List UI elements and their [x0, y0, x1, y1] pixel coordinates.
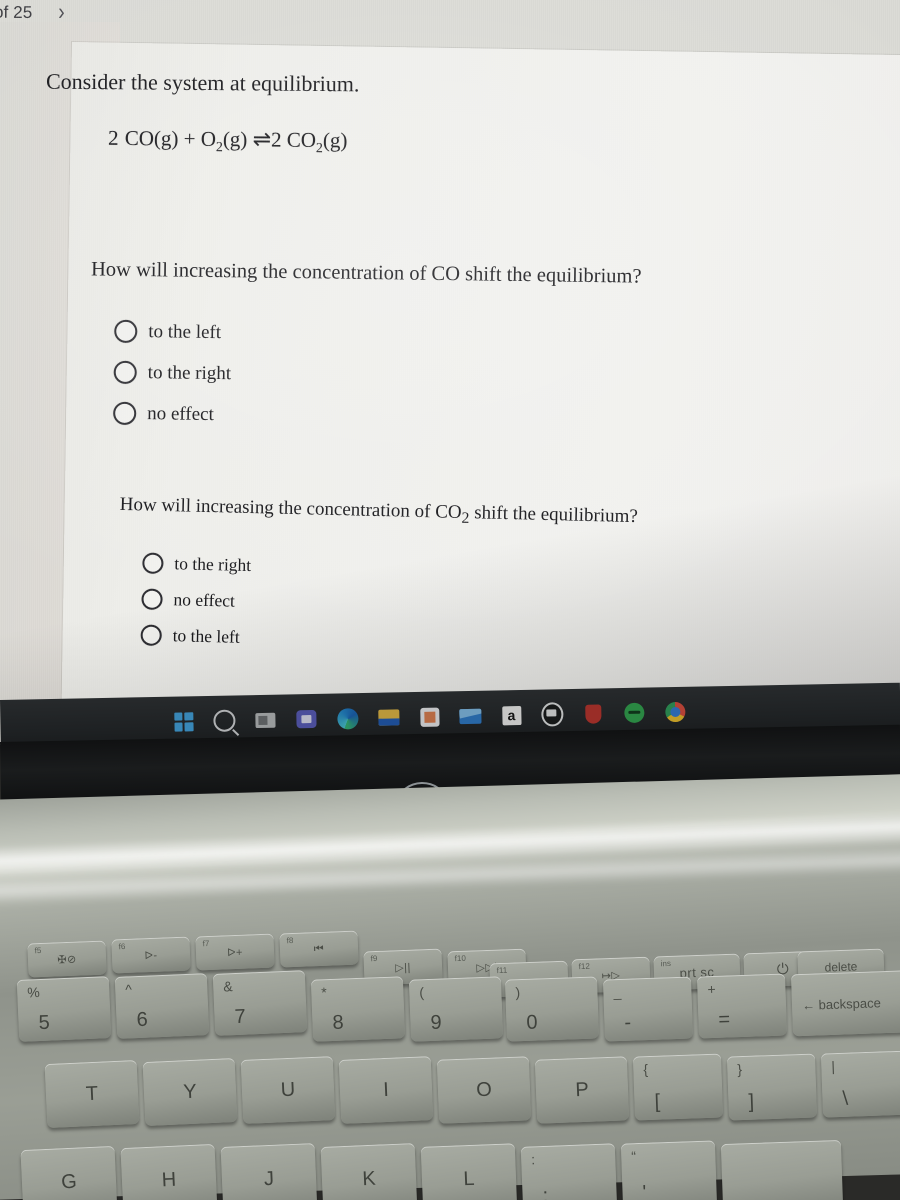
key-6-label: 6	[136, 1008, 149, 1032]
key-t[interactable]: T	[44, 1059, 140, 1129]
key-f7[interactable]: f7 ᐅ+	[195, 933, 275, 971]
key-colon-label: :	[530, 1151, 536, 1168]
key-y-label: Y	[182, 1080, 198, 1103]
key-f7-fn-label: f7	[202, 938, 210, 949]
key-left-brace-label: {	[643, 1061, 649, 1078]
key-h-label: H	[161, 1168, 177, 1191]
key-k-label: K	[361, 1167, 377, 1190]
volume-up-icon: ᐅ+	[226, 946, 244, 959]
key-l-label: L	[463, 1167, 475, 1190]
key-9[interactable]: ( 9	[408, 976, 504, 1042]
key-f8-fn-label: f8	[286, 935, 294, 946]
photo-of-laptop: of 25 › Consider the system at equilibri…	[0, 0, 900, 1200]
key-y[interactable]: Y	[142, 1057, 238, 1127]
key-doublequote-label: “	[631, 1148, 637, 1165]
key-minus-label: -	[624, 1011, 632, 1034]
key-l[interactable]: L	[420, 1143, 518, 1200]
key-7-label: 7	[234, 1005, 247, 1029]
key-right-bracket[interactable]: } ]	[726, 1053, 818, 1121]
key-o-label: O	[475, 1078, 493, 1101]
key-right-brace-label: }	[737, 1061, 743, 1078]
key-8-shift-label: *	[321, 984, 328, 1001]
key-insert-fn-label: ins	[660, 958, 672, 969]
key-7[interactable]: & 7	[212, 970, 308, 1036]
key-backslash[interactable]: | \	[820, 1050, 900, 1118]
play-pause-icon: ▷||	[394, 961, 412, 974]
key-semicolon[interactable]: : ;	[520, 1143, 618, 1200]
key-u-label: U	[280, 1078, 296, 1101]
key-h[interactable]: H	[120, 1143, 218, 1200]
key-equals-shift-label: +	[707, 980, 716, 998]
key-left-bracket-label: [	[654, 1090, 661, 1113]
key-quote-label: '	[642, 1181, 647, 1200]
key-9-shift-label: (	[419, 984, 425, 1001]
key-u[interactable]: U	[240, 1056, 336, 1124]
key-0[interactable]: ) 0	[504, 976, 600, 1042]
key-semicolon-label: ;	[542, 1184, 549, 1200]
key-f9-fn-label: f9	[370, 953, 378, 964]
key-8[interactable]: * 8	[310, 976, 406, 1042]
key-backslash-label: \	[842, 1087, 849, 1110]
key-right-bracket-label: ]	[748, 1090, 755, 1113]
key-g-label: G	[60, 1170, 78, 1193]
key-f5[interactable]: f5 ✠⊘	[27, 940, 107, 978]
key-j-label: J	[263, 1167, 275, 1190]
key-equals-label: =	[718, 1008, 731, 1031]
key-i-label: I	[382, 1078, 390, 1101]
key-f6[interactable]: f6 ᐅ-	[111, 936, 191, 974]
volume-down-icon: ᐅ-	[144, 949, 158, 962]
key-f12-fn-label: f12	[578, 961, 590, 972]
key-p[interactable]: P	[534, 1056, 630, 1124]
key-f10-fn-label: f10	[454, 953, 466, 964]
key-minus-shift-label: _	[613, 983, 622, 1001]
key-j[interactable]: J	[220, 1143, 318, 1200]
key-i[interactable]: I	[338, 1056, 434, 1124]
key-f6-fn-label: f6	[118, 941, 126, 952]
mute-icon: ✠⊘	[57, 953, 77, 966]
key-backspace[interactable]: ← backspace	[790, 969, 900, 1037]
key-6-shift-label: ^	[124, 981, 133, 998]
key-k[interactable]: K	[320, 1143, 418, 1200]
key-0-label: 0	[526, 1011, 538, 1034]
key-9-label: 9	[430, 1011, 443, 1034]
key-g[interactable]: G	[20, 1145, 118, 1200]
key-t-label: T	[85, 1082, 99, 1105]
key-o[interactable]: O	[436, 1056, 532, 1124]
previous-track-icon: ⏮	[313, 942, 325, 955]
key-6[interactable]: ^ 6	[114, 973, 210, 1039]
key-f5-fn-label: f5	[34, 945, 42, 956]
key-left-bracket[interactable]: { [	[632, 1053, 724, 1121]
key-8-label: 8	[332, 1011, 345, 1034]
key-7-shift-label: &	[222, 978, 233, 995]
key-0-shift-label: )	[515, 984, 521, 1001]
key-f11-fn-label: f11	[496, 965, 508, 976]
key-quote[interactable]: “ '	[620, 1140, 718, 1200]
keyboard: f5 ✠⊘ f6 ᐅ- f7 ᐅ+ f8 ⏮ f9 ▷|| f10 ▷▷| f1…	[0, 0, 900, 1200]
key-minus[interactable]: _ -	[602, 976, 694, 1042]
key-f8[interactable]: f8 ⏮	[279, 930, 359, 968]
key-enter[interactable]	[720, 1139, 844, 1200]
key-pipe-label: |	[831, 1058, 836, 1075]
key-5-label: 5	[38, 1011, 51, 1035]
key-p-label: P	[574, 1078, 590, 1101]
key-equals[interactable]: + =	[696, 973, 788, 1039]
key-5[interactable]: % 5	[16, 976, 112, 1042]
key-5-shift-label: %	[26, 984, 41, 1001]
backspace-label: ← backspace	[801, 994, 882, 1013]
